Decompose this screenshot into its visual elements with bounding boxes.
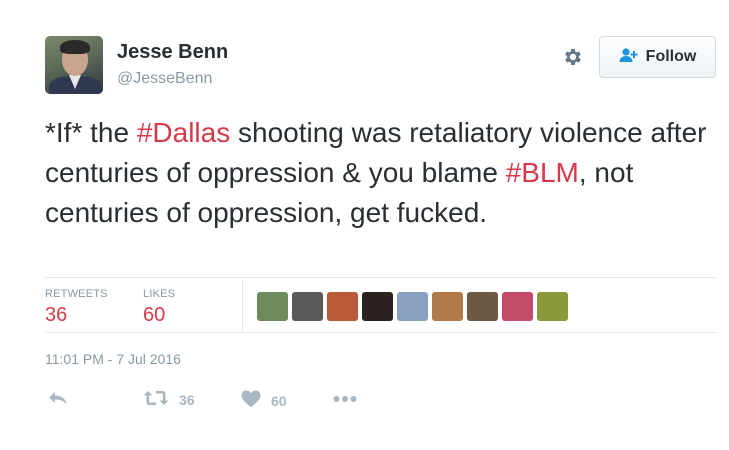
hashtag-link-dallas[interactable]: #Dallas bbox=[137, 117, 230, 148]
retweet-count: 36 bbox=[179, 391, 195, 408]
liker-avatar[interactable] bbox=[292, 292, 323, 321]
liker-avatar[interactable] bbox=[467, 292, 498, 321]
more-button[interactable] bbox=[333, 390, 357, 406]
likes-count[interactable]: 60 bbox=[143, 304, 165, 327]
retweet-button[interactable]: 36 bbox=[143, 390, 195, 409]
add-user-icon bbox=[619, 47, 639, 68]
heart-icon bbox=[241, 390, 261, 411]
retweets-count[interactable]: 36 bbox=[45, 304, 67, 327]
liker-avatar[interactable] bbox=[327, 292, 358, 321]
liker-avatar[interactable] bbox=[432, 292, 463, 321]
divider bbox=[45, 277, 716, 278]
liker-avatar[interactable] bbox=[397, 292, 428, 321]
divider bbox=[45, 332, 716, 333]
author-avatar[interactable] bbox=[45, 36, 103, 94]
liker-avatar[interactable] bbox=[362, 292, 393, 321]
author-name[interactable]: Jesse Benn bbox=[117, 41, 228, 64]
liker-avatar[interactable] bbox=[537, 292, 568, 321]
tweet-timestamp[interactable]: 11:01 PM - 7 Jul 2016 bbox=[45, 351, 181, 367]
reply-button[interactable] bbox=[48, 390, 68, 409]
like-count: 60 bbox=[271, 392, 287, 409]
gear-icon[interactable] bbox=[561, 45, 585, 69]
stats-divider bbox=[242, 279, 243, 331]
more-icon bbox=[333, 390, 357, 406]
author-handle[interactable]: @JesseBenn bbox=[117, 70, 212, 88]
liker-avatar[interactable] bbox=[257, 292, 288, 321]
follow-button-label: Follow bbox=[645, 48, 697, 65]
liker-avatars bbox=[257, 292, 568, 321]
liker-avatar[interactable] bbox=[502, 292, 533, 321]
likes-label[interactable]: LIKES bbox=[143, 288, 175, 300]
tweet-text-segment: *If* the bbox=[45, 117, 137, 148]
reply-icon bbox=[48, 390, 68, 409]
retweet-icon bbox=[143, 390, 169, 409]
retweets-label[interactable]: RETWEETS bbox=[45, 288, 108, 300]
tweet-text: *If* the #Dallas shooting was retaliator… bbox=[45, 113, 725, 233]
hashtag-link-blm[interactable]: #BLM bbox=[506, 157, 579, 188]
like-button[interactable]: 60 bbox=[241, 390, 287, 411]
tweet-card: Jesse Benn @JesseBenn Follow *If* the #D… bbox=[0, 0, 729, 450]
follow-button[interactable]: Follow bbox=[599, 36, 716, 78]
